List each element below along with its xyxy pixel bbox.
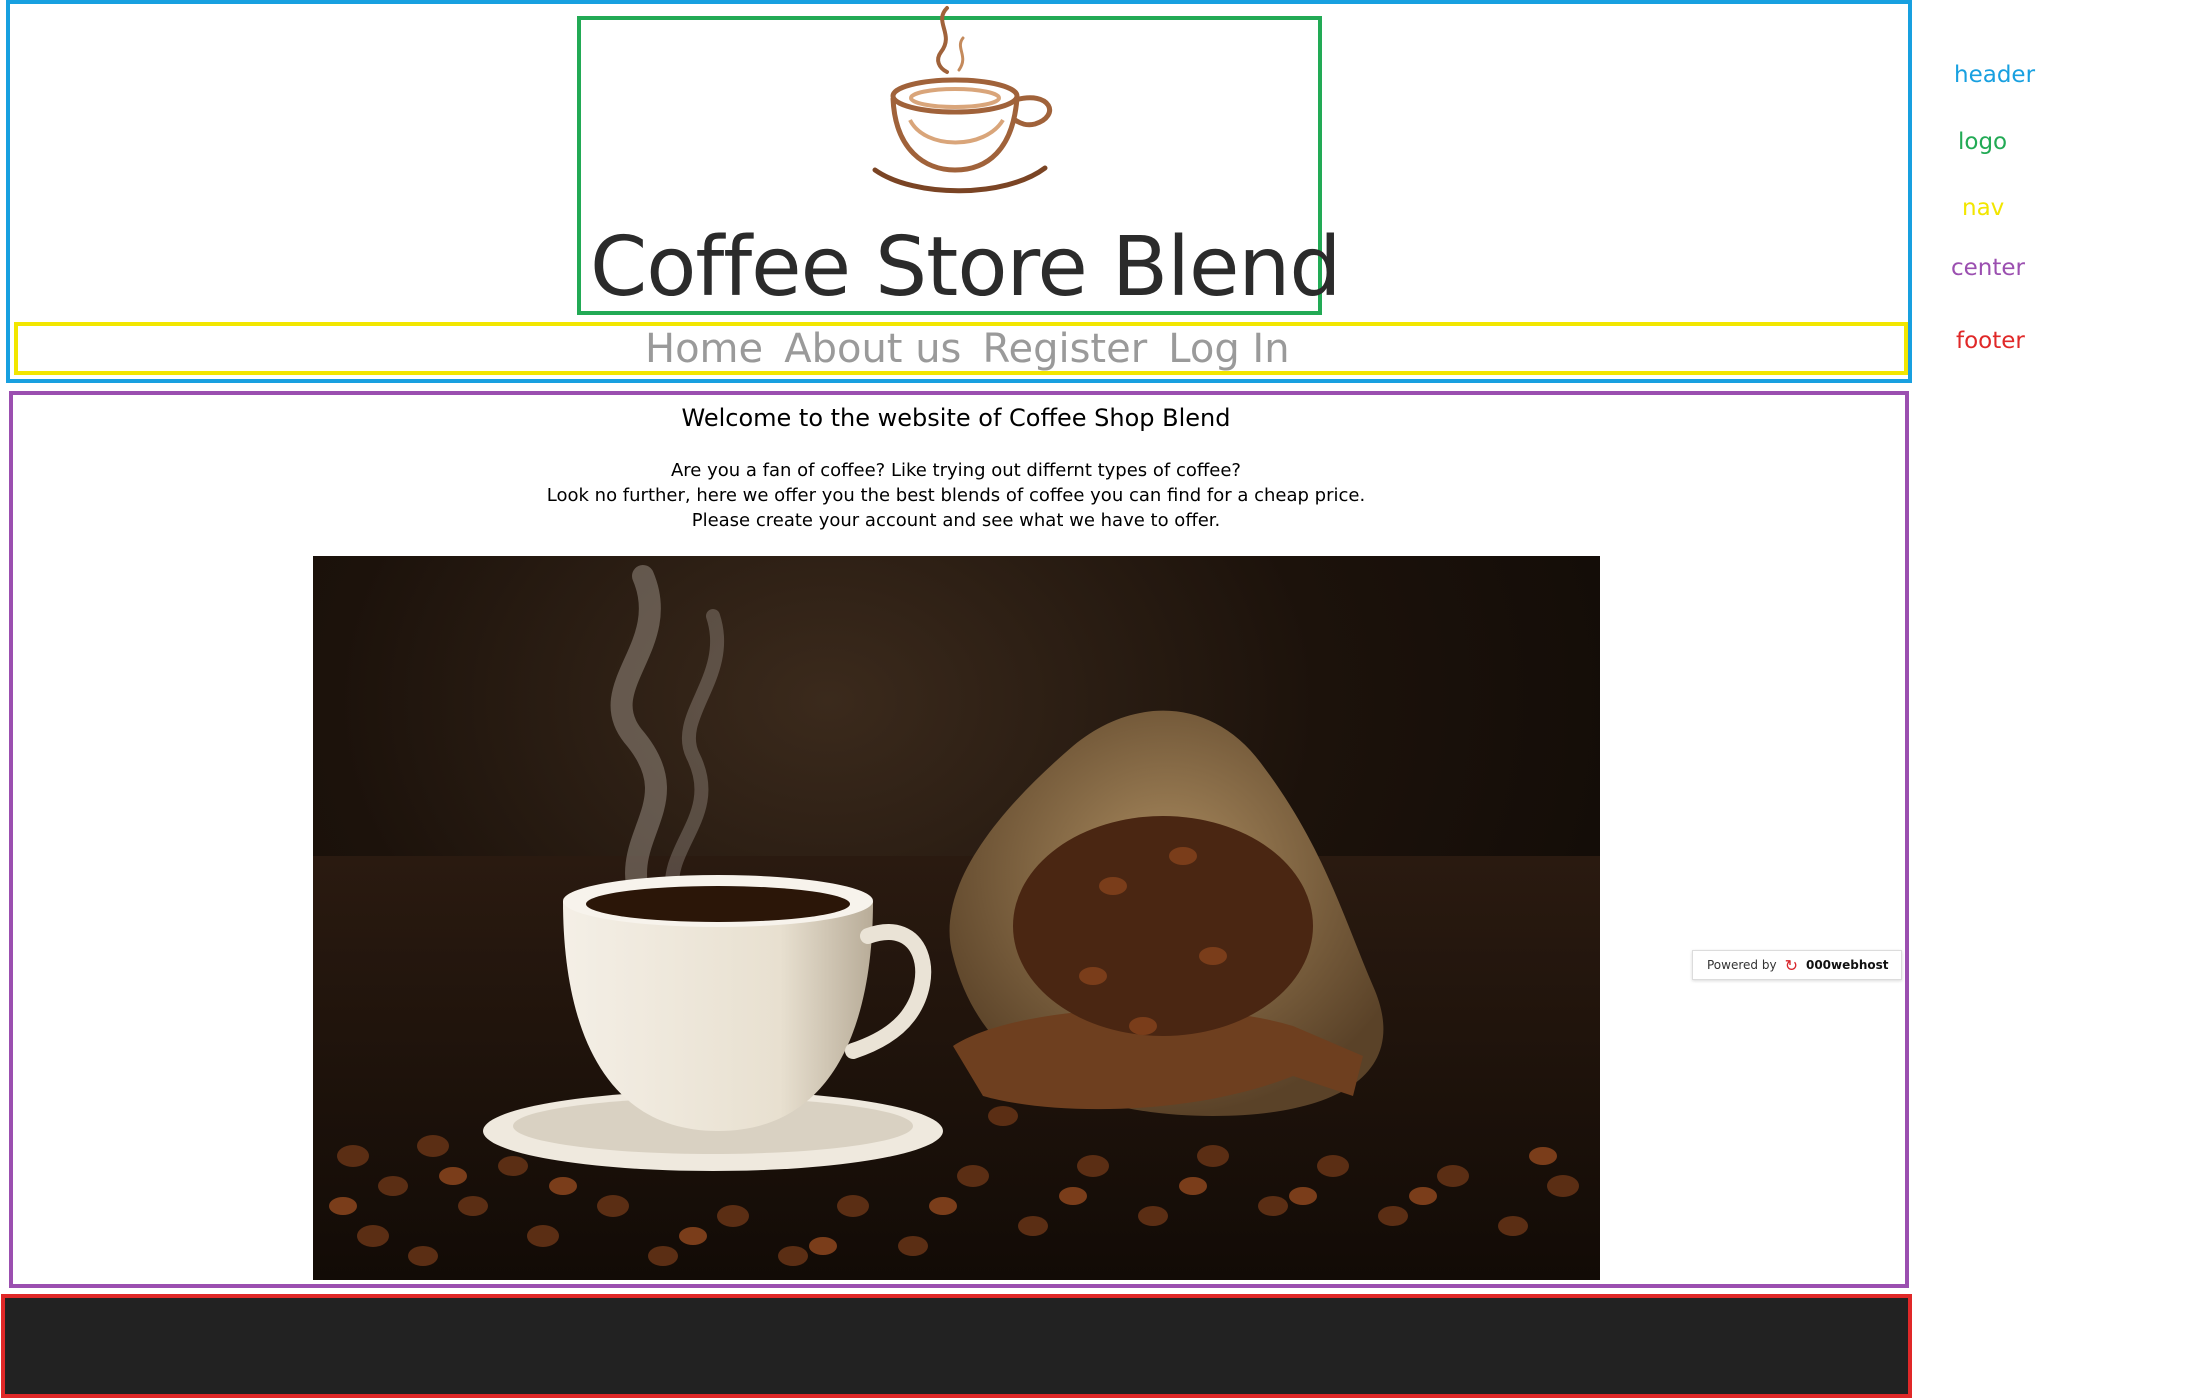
legend-nav: nav [1962, 195, 2005, 221]
nav-log-in[interactable]: Log In [1168, 326, 1289, 372]
main-nav: Home About us Register Log In [645, 326, 1306, 372]
nav-about-us[interactable]: About us [784, 326, 961, 372]
000webhost-logo-icon: ↻ [1784, 955, 1798, 975]
footer [1, 1294, 1912, 1398]
intro-text: Are you a fan of coffee? Like trying out… [0, 458, 1912, 533]
coffee-cup-icon [855, 0, 1075, 209]
intro-line: Are you a fan of coffee? Like trying out… [670, 460, 1241, 481]
powered-by-label: Powered by [1707, 958, 1777, 972]
welcome-heading: Welcome to the website of Coffee Shop Bl… [681, 404, 1231, 432]
site-title: Coffee Store Blend [590, 220, 1341, 315]
000webhost-brand: 000webhost [1805, 958, 1889, 972]
nav-home[interactable]: Home [645, 326, 763, 372]
legend-logo: logo [1958, 129, 2008, 155]
legend-footer: footer [1956, 328, 2025, 354]
coffee-cup-and-beans-photo [313, 556, 1600, 1280]
legend-center: center [1951, 255, 2025, 281]
intro-line: Look no further, here we offer you the b… [546, 485, 1366, 506]
nav-register[interactable]: Register [982, 326, 1147, 372]
powered-by-badge[interactable]: Powered by ↻ 000webhost [1692, 950, 1902, 980]
intro-line: Please create your account and see what … [691, 510, 1221, 531]
legend-header: header [1954, 62, 2036, 88]
